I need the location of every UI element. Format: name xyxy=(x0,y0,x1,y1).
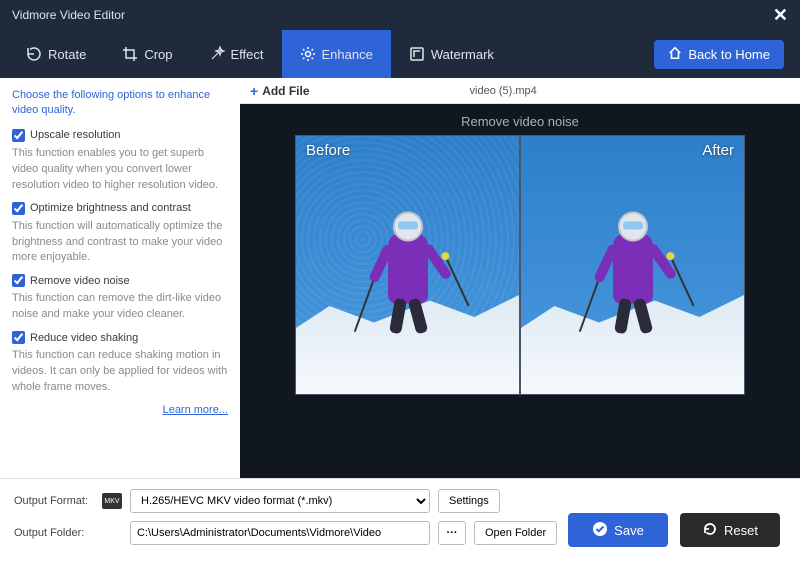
add-file-bar: + Add File video (5).mp4 xyxy=(240,78,800,104)
output-folder-input[interactable]: C:\Users\Administrator\Documents\Vidmore… xyxy=(130,521,430,545)
tab-effect[interactable]: Effect xyxy=(191,30,282,78)
crop-icon xyxy=(122,46,138,62)
app-title: Vidmore Video Editor xyxy=(12,8,125,22)
toolbar: Rotate Crop Effect Enhance Watermark Bac… xyxy=(0,30,800,78)
option-brightness: Optimize brightness and contrast This fu… xyxy=(12,202,228,267)
rotate-icon xyxy=(26,46,42,62)
tab-watermark[interactable]: Watermark xyxy=(391,30,512,78)
after-label: After xyxy=(702,142,734,159)
open-folder-button[interactable]: Open Folder xyxy=(474,521,557,545)
effect-icon xyxy=(209,46,225,62)
preview-panel: Remove video noise Before After xyxy=(240,104,800,478)
back-to-home-button[interactable]: Back to Home xyxy=(654,40,784,69)
option-upscale: Upscale resolution This function enables… xyxy=(12,129,228,194)
format-icon: MKV xyxy=(102,493,122,509)
option-noise: Remove video noise This function can rem… xyxy=(12,274,228,323)
tab-crop[interactable]: Crop xyxy=(104,30,190,78)
tab-rotate[interactable]: Rotate xyxy=(8,30,104,78)
tab-enhance[interactable]: Enhance xyxy=(282,30,391,78)
checkbox-upscale[interactable]: Upscale resolution xyxy=(12,129,228,142)
before-pane: Before xyxy=(295,135,520,395)
before-label: Before xyxy=(306,142,350,159)
settings-button[interactable]: Settings xyxy=(438,489,500,513)
add-file-button[interactable]: Add File xyxy=(262,84,309,98)
check-icon xyxy=(592,521,608,540)
output-format-select[interactable]: H.265/HEVC MKV video format (*.mkv) xyxy=(130,489,430,513)
enhance-intro: Choose the following options to enhance … xyxy=(12,88,228,119)
reset-icon xyxy=(702,521,718,540)
option-desc: This function can reduce shaking motion … xyxy=(12,348,228,396)
tab-label: Crop xyxy=(144,47,172,62)
preview-caption: Remove video noise xyxy=(240,104,800,135)
option-desc: This function will automatically optimiz… xyxy=(12,219,228,267)
option-desc: This function can remove the dirt-like v… xyxy=(12,291,228,323)
checkbox-shaking[interactable]: Reduce video shaking xyxy=(12,331,228,344)
close-icon[interactable]: ✕ xyxy=(773,5,788,26)
tab-label: Watermark xyxy=(431,47,494,62)
output-folder-label: Output Folder: xyxy=(14,527,94,539)
learn-more-link[interactable]: Learn more... xyxy=(12,404,228,416)
titlebar: Vidmore Video Editor ✕ xyxy=(0,0,800,30)
reset-button[interactable]: Reset xyxy=(680,513,780,547)
tab-label: Rotate xyxy=(48,47,86,62)
tab-label: Enhance xyxy=(322,47,373,62)
home-icon xyxy=(668,46,682,63)
tab-label: Effect xyxy=(231,47,264,62)
plus-icon[interactable]: + xyxy=(250,83,258,99)
save-button[interactable]: Save xyxy=(568,513,668,547)
current-filename: video (5).mp4 xyxy=(470,85,537,97)
option-desc: This function enables you to get superb … xyxy=(12,146,228,194)
enhance-icon xyxy=(300,46,316,62)
option-shaking: Reduce video shaking This function can r… xyxy=(12,331,228,396)
output-format-label: Output Format: xyxy=(14,495,94,507)
watermark-icon xyxy=(409,46,425,62)
browse-button[interactable]: ··· xyxy=(438,521,466,545)
checkbox-brightness[interactable]: Optimize brightness and contrast xyxy=(12,202,228,215)
home-label: Back to Home xyxy=(688,47,770,62)
enhance-options-panel: Choose the following options to enhance … xyxy=(0,78,240,478)
checkbox-noise[interactable]: Remove video noise xyxy=(12,274,228,287)
after-pane: After xyxy=(520,135,745,395)
